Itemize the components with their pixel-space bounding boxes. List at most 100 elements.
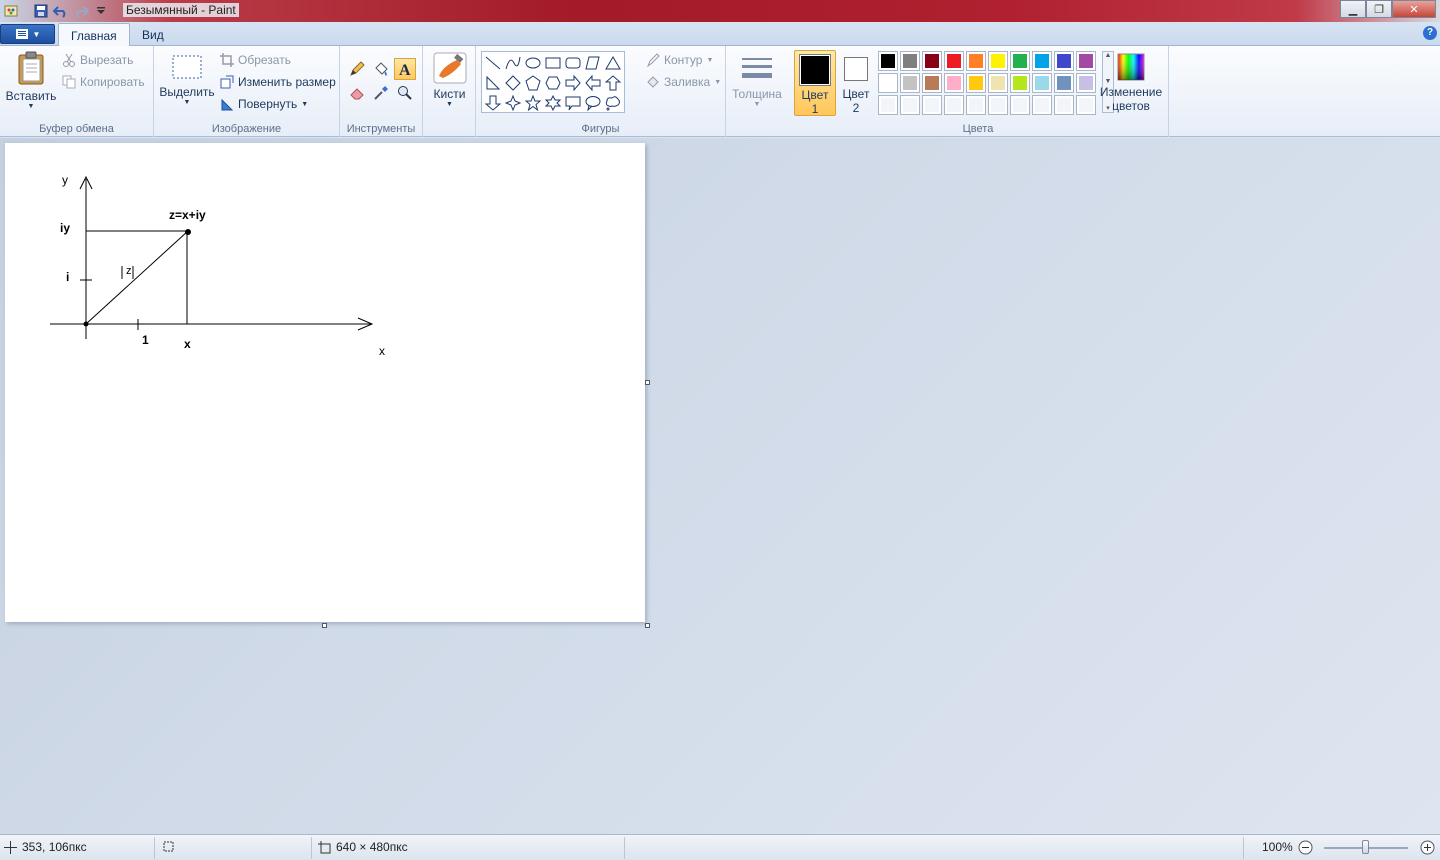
help-icon[interactable]: ? [1423,26,1437,40]
palette-swatch[interactable] [900,73,920,93]
custom-color-slot[interactable] [922,95,942,115]
six-point-star-shape-icon[interactable] [543,93,563,113]
curve-shape-icon[interactable] [503,53,523,73]
crop-button[interactable]: Обрезать [220,53,291,67]
rectangle-shape-icon[interactable] [543,53,563,73]
custom-color-slot[interactable] [900,95,920,115]
palette-swatch[interactable] [1010,73,1030,93]
magnifier-icon[interactable] [394,82,416,104]
palette-swatch[interactable] [1032,73,1052,93]
palette-swatch[interactable] [878,51,898,71]
four-point-star-shape-icon[interactable] [503,93,523,113]
cloud-callout-shape-icon[interactable] [603,93,623,113]
rectangular-callout-shape-icon[interactable] [563,93,583,113]
line-shape-icon[interactable] [483,53,503,73]
line-thickness-icon [742,58,772,78]
zoom-in-button[interactable] [1420,840,1435,855]
custom-color-slot[interactable] [988,95,1008,115]
paint-app-icon[interactable] [2,2,20,20]
right-arrow-shape-icon[interactable] [563,73,583,93]
triangle-shape-icon[interactable] [603,53,623,73]
resize-handle-right[interactable] [645,380,650,385]
selection-icon [172,55,202,79]
custom-color-slot[interactable] [944,95,964,115]
custom-color-slot[interactable] [1032,95,1052,115]
palette-swatch[interactable] [944,51,964,71]
copy-button[interactable]: Копировать [62,75,145,89]
drawing-canvas[interactable]: y iy i z=x+iy z 1 x x [5,143,645,622]
custom-color-slot[interactable] [1076,95,1096,115]
palette-swatch[interactable] [878,73,898,93]
custom-color-slot[interactable] [966,95,986,115]
palette-swatch[interactable] [1054,73,1074,93]
palette-swatch[interactable] [1076,51,1096,71]
down-arrow-shape-icon[interactable] [483,93,503,113]
resize-handle-corner[interactable] [645,623,650,628]
eraser-icon[interactable] [346,82,368,104]
palette-swatch[interactable] [1076,73,1096,93]
palette-swatch[interactable] [944,73,964,93]
tab-view[interactable]: Вид [130,23,176,46]
color-spectrum-icon [1117,53,1145,81]
ribbon-tab-row: ▼ Главная Вид ? [0,22,1440,46]
edit-colors-button[interactable]: Изменение цветов [1098,52,1164,113]
right-triangle-shape-icon[interactable] [483,73,503,93]
color2-button[interactable]: Цвет 2 [838,50,874,116]
brushes-button[interactable]: Кисти ▼ [427,52,472,108]
palette-swatch[interactable] [1032,51,1052,71]
up-arrow-shape-icon[interactable] [603,73,623,93]
text-icon[interactable]: A [394,58,416,80]
cut-button[interactable]: Вырезать [62,53,133,67]
paint-menu-button[interactable]: ▼ [0,24,55,44]
paste-button[interactable]: Вставить ▼ [4,50,58,110]
palette-swatch[interactable] [922,51,942,71]
palette-swatch[interactable] [988,73,1008,93]
five-point-star-shape-icon[interactable] [523,93,543,113]
close-button[interactable]: ✕ [1392,0,1436,18]
palette-swatch[interactable] [966,73,986,93]
fill-button[interactable]: Заливка ▼ [646,75,721,89]
image-size: 640 × 480пкс [318,840,408,854]
palette-swatch[interactable] [922,73,942,93]
zoom-slider-thumb[interactable] [1362,840,1369,854]
size-button[interactable]: Толщина ▼ [730,54,784,108]
custom-color-slot[interactable] [878,95,898,115]
oval-callout-shape-icon[interactable] [583,93,603,113]
resize-handle-bottom[interactable] [322,623,327,628]
minimize-button[interactable]: ▁ [1340,0,1366,18]
customize-toolbar-icon[interactable] [92,2,110,20]
fill-bucket-icon [647,76,659,88]
palette-swatch[interactable] [988,51,1008,71]
brush-icon [433,52,466,84]
resize-button[interactable]: Изменить размер [220,75,336,89]
polygon-shape-icon[interactable] [583,53,603,73]
palette-swatch[interactable] [966,51,986,71]
rotate-button[interactable]: Повернуть ▼ [220,97,308,111]
rounded-rectangle-shape-icon[interactable] [563,53,583,73]
left-arrow-shape-icon[interactable] [583,73,603,93]
pencil-icon[interactable] [346,58,368,80]
custom-color-slot[interactable] [1010,95,1030,115]
oval-shape-icon[interactable] [523,53,543,73]
zoom-out-button[interactable] [1298,840,1313,855]
canvas-workspace[interactable]: y iy i z=x+iy z 1 x x [0,138,1440,834]
custom-color-slot[interactable] [1054,95,1074,115]
restore-button[interactable]: ❐ [1366,0,1392,18]
undo-icon[interactable] [52,2,70,20]
save-icon[interactable] [32,2,50,20]
crop-icon [220,53,234,67]
outline-button[interactable]: Контур ▼ [646,53,713,67]
hexagon-shape-icon[interactable] [543,73,563,93]
pentagon-shape-icon[interactable] [523,73,543,93]
tab-home[interactable]: Главная [58,23,130,46]
color-picker-icon[interactable] [370,82,392,104]
select-button[interactable]: Выделить ▼ [158,52,216,106]
redo-icon[interactable] [72,2,90,20]
diamond-shape-icon[interactable] [503,73,523,93]
fill-bucket-icon[interactable] [370,58,392,80]
color1-button[interactable]: Цвет 1 [794,50,836,116]
palette-swatch[interactable] [1010,51,1030,71]
palette-swatch[interactable] [1054,51,1074,71]
chevron-down-icon: ▼ [183,99,191,106]
palette-swatch[interactable] [900,51,920,71]
